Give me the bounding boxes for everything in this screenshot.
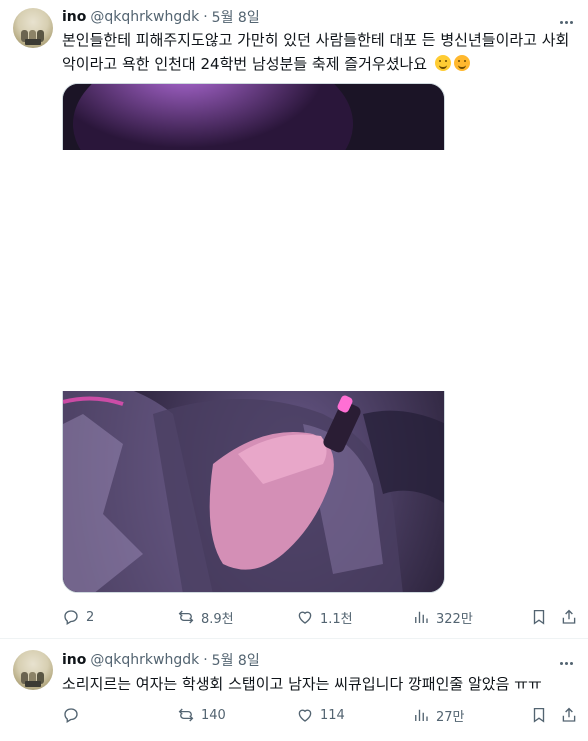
tweet-text: 본인들한테 피해주지도않고 가만히 있던 사람들한테 대포 든 병신년들이라고 …: [62, 28, 576, 76]
display-name[interactable]: ino: [62, 652, 86, 668]
reply-button[interactable]: 2: [62, 607, 94, 627]
heart-icon: [298, 709, 312, 722]
tweet-text: 소리지르는 여자는 학생회 스탭이고 남자는 씨큐입니다 깡패인줄 알았음 ㅠㅠ: [62, 672, 576, 696]
views-button[interactable]: 27만: [412, 705, 465, 725]
repost-icon: [178, 610, 194, 624]
share-icon[interactable]: [560, 608, 578, 626]
like-count: 1.1천: [320, 611, 353, 627]
views-chart-icon: [415, 611, 428, 623]
like-button[interactable]: 1.1천: [296, 607, 353, 627]
bookmark-icon[interactable]: [530, 706, 548, 724]
user-handle[interactable]: @qkqhrkwhgdk: [90, 652, 199, 668]
display-name[interactable]: ino: [62, 9, 86, 25]
tweet-2[interactable]: ino @qkqhrkwhgdk · 5월 8일 소리지르는 여자는 학생회 스…: [0, 639, 588, 741]
like-count: 114: [320, 707, 345, 723]
repost-button[interactable]: 140: [177, 705, 226, 725]
tweet-text-body: 소리지르는 여자는 학생회 스탭이고 남자는 씨큐입니다 깡패인줄 알았음 ㅠㅠ: [62, 675, 542, 693]
grinning-squinting-face-emoji: [434, 55, 451, 71]
reply-count: 2: [86, 609, 95, 625]
avatar[interactable]: [13, 650, 53, 690]
tweet-actions: 2 8.9천 1.1천 322만: [62, 607, 578, 627]
more-options-icon[interactable]: [556, 653, 576, 673]
avatar[interactable]: [13, 8, 53, 48]
tweet-actions: 140 114 27만: [62, 705, 578, 725]
heart-icon: [298, 611, 312, 624]
repost-count: 8.9천: [201, 611, 234, 627]
tweet-header: ino @qkqhrkwhgdk · 5월 8일: [62, 650, 260, 670]
reply-icon: [64, 708, 78, 723]
repost-icon: [178, 708, 194, 722]
repost-count: 140: [201, 707, 226, 723]
share-icon[interactable]: [560, 706, 578, 724]
user-handle[interactable]: @qkqhrkwhgdk: [90, 9, 199, 25]
reply-button[interactable]: [62, 705, 86, 725]
reply-icon: [64, 610, 78, 625]
like-button[interactable]: 114: [296, 705, 345, 725]
bookmark-icon[interactable]: [530, 608, 548, 626]
separator-dot: ·: [203, 9, 208, 25]
redaction-box: [30, 150, 480, 391]
views-chart-icon: [415, 709, 428, 721]
separator-dot: ·: [203, 652, 208, 668]
repost-button[interactable]: 8.9천: [177, 607, 234, 627]
view-count: 322만: [436, 611, 473, 627]
tweet-header: ino @qkqhrkwhgdk · 5월 8일: [62, 7, 260, 27]
tweet-text-body: 본인들한테 피해주지도않고 가만히 있던 사람들한테 대포 든 병신년들이라고 …: [62, 31, 570, 73]
face-with-hand-over-mouth-emoji: [453, 55, 470, 71]
view-count: 27만: [436, 709, 465, 725]
views-button[interactable]: 322만: [412, 607, 473, 627]
tweet-date[interactable]: 5월 8일: [212, 7, 260, 27]
tweet-1[interactable]: ino @qkqhrkwhgdk · 5월 8일 본인들한테 피해주지도않고 가…: [0, 0, 588, 638]
tweet-date[interactable]: 5월 8일: [212, 650, 260, 670]
